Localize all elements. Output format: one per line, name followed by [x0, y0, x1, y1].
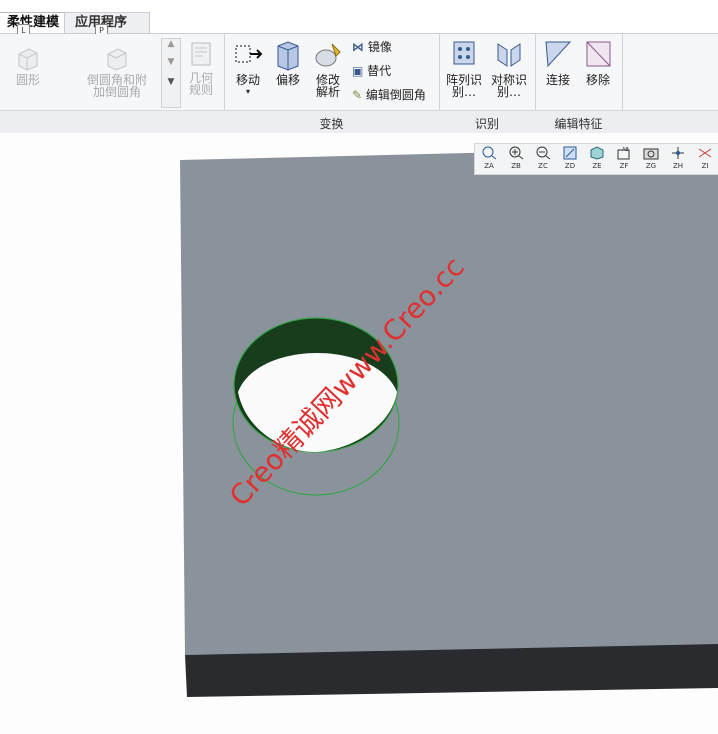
ribbon-group-labels: 变换 识别 编辑特征: [0, 110, 718, 133]
symmetry-recognition-button[interactable]: 对称识别…: [488, 38, 530, 98]
saved-views-button[interactable]: AB ZF: [613, 146, 635, 172]
zoom-in-button[interactable]: ZB: [505, 146, 527, 172]
group-label-transform: 变换: [319, 117, 344, 131]
round-icon: [18, 48, 38, 71]
round-chamfer-button[interactable]: 倒圆角和附加倒圆角: [82, 44, 152, 98]
round-chamfer-label: 倒圆角和附加倒圆角: [86, 73, 147, 99]
pattern-recognition-label: 阵列识别…: [446, 73, 483, 99]
group-label-recognize: 识别: [474, 117, 499, 131]
spin-center-button[interactable]: ZI: [694, 146, 716, 172]
group-label-edit-feature: 编辑特征: [554, 117, 603, 131]
ribbon-tab-bar: 柔性建模 L 应用程序 P: [0, 0, 718, 37]
mirror-button[interactable]: ⋈ 镜像: [352, 38, 392, 56]
saved-views-icon: AB: [617, 147, 630, 160]
offset-label: 偏移: [275, 73, 300, 87]
connect-button[interactable]: 连接: [540, 38, 576, 86]
pattern-recognition-icon: [453, 41, 475, 65]
substitute-icon: ▣: [352, 64, 364, 78]
zoom-in-icon: [509, 146, 524, 160]
move-icon: [235, 45, 263, 63]
substitute-button[interactable]: ▣ 替代: [352, 62, 391, 80]
move-button[interactable]: 移动 ▾: [230, 38, 266, 98]
remove-icon: [586, 41, 611, 67]
datum-icon: [672, 147, 684, 159]
pattern-recognition-button[interactable]: 阵列识别…: [444, 38, 484, 98]
geometry-rule-button[interactable]: 几何规则: [184, 40, 218, 96]
zoom-out-icon: [536, 146, 551, 160]
datum-display-button[interactable]: ZH: [667, 146, 689, 172]
repaint-icon: [563, 146, 577, 160]
connect-icon: [545, 41, 572, 68]
camera-icon: [643, 148, 659, 160]
symmetry-recognition-label: 对称识别…: [491, 73, 528, 99]
model-view: Creo精诚网www.Creo.cc: [180, 147, 718, 697]
move-dropdown-icon[interactable]: ▾: [230, 86, 266, 98]
geometry-rule-icon: [191, 42, 211, 66]
modify-analytic-label: 修改解析: [316, 73, 341, 99]
view-toolbar: ZA ZB ZC ZD ZE AB ZF ZG ZH ZI: [474, 143, 718, 175]
mirror-icon: ⋈: [352, 40, 364, 54]
round-label: 圆形: [15, 73, 40, 87]
edit-round-button[interactable]: ✎ 编辑倒圆角: [352, 86, 426, 104]
ribbon-gallery-scroll[interactable]: ▲ ▼ ▼: [161, 38, 181, 108]
display-style-icon: [590, 146, 604, 160]
symmetry-recognition-icon: [497, 43, 521, 67]
offset-button[interactable]: 偏移: [270, 38, 306, 86]
repaint-button[interactable]: ZD: [559, 146, 581, 172]
spin-center-icon: [698, 148, 712, 158]
zoom-out-button[interactable]: ZC: [532, 146, 554, 172]
remove-label: 移除: [585, 73, 610, 87]
scroll-up-icon[interactable]: ▲: [162, 39, 180, 49]
connect-label: 连接: [545, 73, 570, 87]
scroll-down-icon[interactable]: ▼: [162, 57, 180, 67]
geometry-rule-label: 几何规则: [189, 71, 214, 97]
zoom-fit-icon: [482, 146, 497, 160]
remove-button[interactable]: 移除: [580, 38, 616, 86]
zoom-fit-button[interactable]: ZA: [478, 146, 500, 172]
modify-analytic-button[interactable]: 修改解析: [310, 38, 346, 98]
move-label: 移动: [235, 73, 260, 87]
display-style-button[interactable]: ZE: [586, 146, 608, 172]
round-chamfer-icon: [107, 48, 127, 71]
gallery-expand-icon[interactable]: ▼: [162, 77, 180, 87]
offset-icon: [277, 41, 299, 71]
round-button[interactable]: 圆形: [6, 44, 50, 86]
svg-text:AB: AB: [622, 147, 629, 153]
graphics-viewport[interactable]: Creo精诚网www.Creo.cc: [0, 133, 718, 734]
edit-round-icon: ✎: [352, 88, 363, 102]
modify-analytic-icon: [315, 43, 341, 67]
view-manager-button[interactable]: ZG: [640, 146, 662, 172]
